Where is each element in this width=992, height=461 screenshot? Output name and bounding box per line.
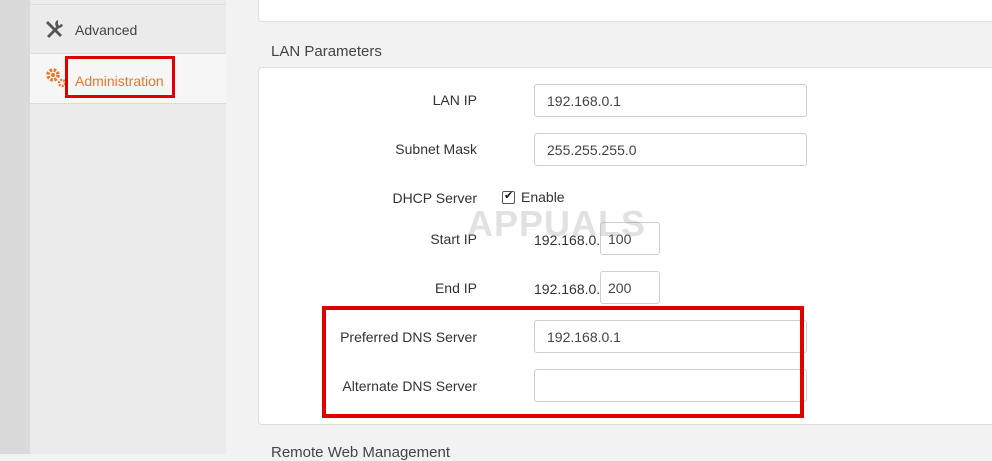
tools-icon <box>44 18 66 40</box>
sidebar: Advanced Administration <box>30 0 226 454</box>
previous-section-card <box>258 0 992 22</box>
main-content: LAN Parameters LAN IP Subnet Mask DHCP S… <box>226 0 992 461</box>
lan-ip-label: LAN IP <box>432 92 477 108</box>
highlight-box <box>65 56 175 98</box>
sidebar-item-advanced[interactable]: Advanced <box>30 4 226 54</box>
gears-icon <box>44 66 67 88</box>
section-title-remote-web-management: Remote Web Management <box>271 444 450 461</box>
section-title-lan-parameters: LAN Parameters <box>271 43 382 60</box>
left-edge-strip <box>0 0 30 454</box>
end-ip-label: End IP <box>434 280 477 296</box>
end-ip-prefix: 192.168.0. <box>534 281 601 297</box>
end-ip-field[interactable] <box>600 271 660 304</box>
highlight-box <box>322 306 804 418</box>
sidebar-item-label: Advanced <box>75 22 138 38</box>
sidebar-item-administration[interactable]: Administration <box>30 54 226 104</box>
dhcp-server-label: DHCP Server <box>392 190 477 206</box>
subnet-mask-field[interactable] <box>534 133 807 166</box>
lan-ip-field[interactable] <box>534 84 807 117</box>
watermark-logo: APPUALS <box>467 203 647 244</box>
subnet-mask-label: Subnet Mask <box>395 141 477 157</box>
checkmark-icon: ✔ <box>504 190 514 202</box>
